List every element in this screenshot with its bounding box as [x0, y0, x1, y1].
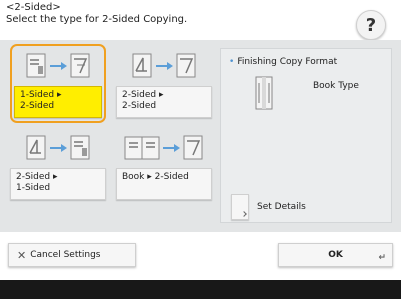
two-to-one-sided-icon	[10, 128, 106, 168]
footer-bar	[0, 280, 401, 299]
book-type-label: Book Type	[313, 81, 359, 91]
option-book-to-2sided[interactable]: Book ▸ 2-Sided	[116, 128, 212, 200]
finishing-title: • Finishing Copy Format	[229, 57, 338, 67]
ok-button[interactable]: OK ↵	[278, 243, 393, 267]
two-to-two-sided-icon	[116, 46, 212, 86]
question-icon: ?	[365, 14, 377, 36]
bottom-bar: ✕ Cancel Settings OK ↵	[0, 232, 401, 280]
set-details-tab	[231, 194, 249, 220]
close-icon: ✕	[17, 248, 27, 262]
set-details-label: Set Details	[257, 202, 306, 212]
option-label: 2-Sided ▸ 1-Sided	[10, 168, 106, 200]
bullet-icon: •	[229, 57, 235, 67]
help-button[interactable]: ?	[356, 10, 386, 40]
option-label: 1-Sided ▸ 2-Sided	[14, 86, 102, 118]
enter-icon: ↵	[378, 253, 386, 263]
set-details-button[interactable]: Set Details	[231, 194, 385, 220]
option-1sided-to-2sided[interactable]: 1-Sided ▸ 2-Sided	[10, 44, 106, 123]
header: <2-Sided> Select the type for 2-Sided Co…	[6, 2, 346, 26]
book-type-icon	[253, 75, 275, 117]
option-2sided-to-2sided[interactable]: 2-Sided ▸ 2-Sided	[116, 46, 212, 118]
one-to-two-sided-icon	[14, 46, 102, 86]
option-label: 2-Sided ▸ 2-Sided	[116, 86, 212, 118]
page-title: <2-Sided>	[6, 2, 61, 13]
cancel-settings-button[interactable]: ✕ Cancel Settings	[8, 243, 136, 267]
option-2sided-to-1sided[interactable]: 2-Sided ▸ 1-Sided	[10, 128, 106, 200]
option-label: Book ▸ 2-Sided	[116, 168, 212, 200]
page-subtitle: Select the type for 2-Sided Copying.	[6, 14, 188, 25]
book-to-two-sided-icon	[116, 128, 212, 168]
finishing-panel: • Finishing Copy Format Book Type Set Det…	[220, 48, 392, 223]
